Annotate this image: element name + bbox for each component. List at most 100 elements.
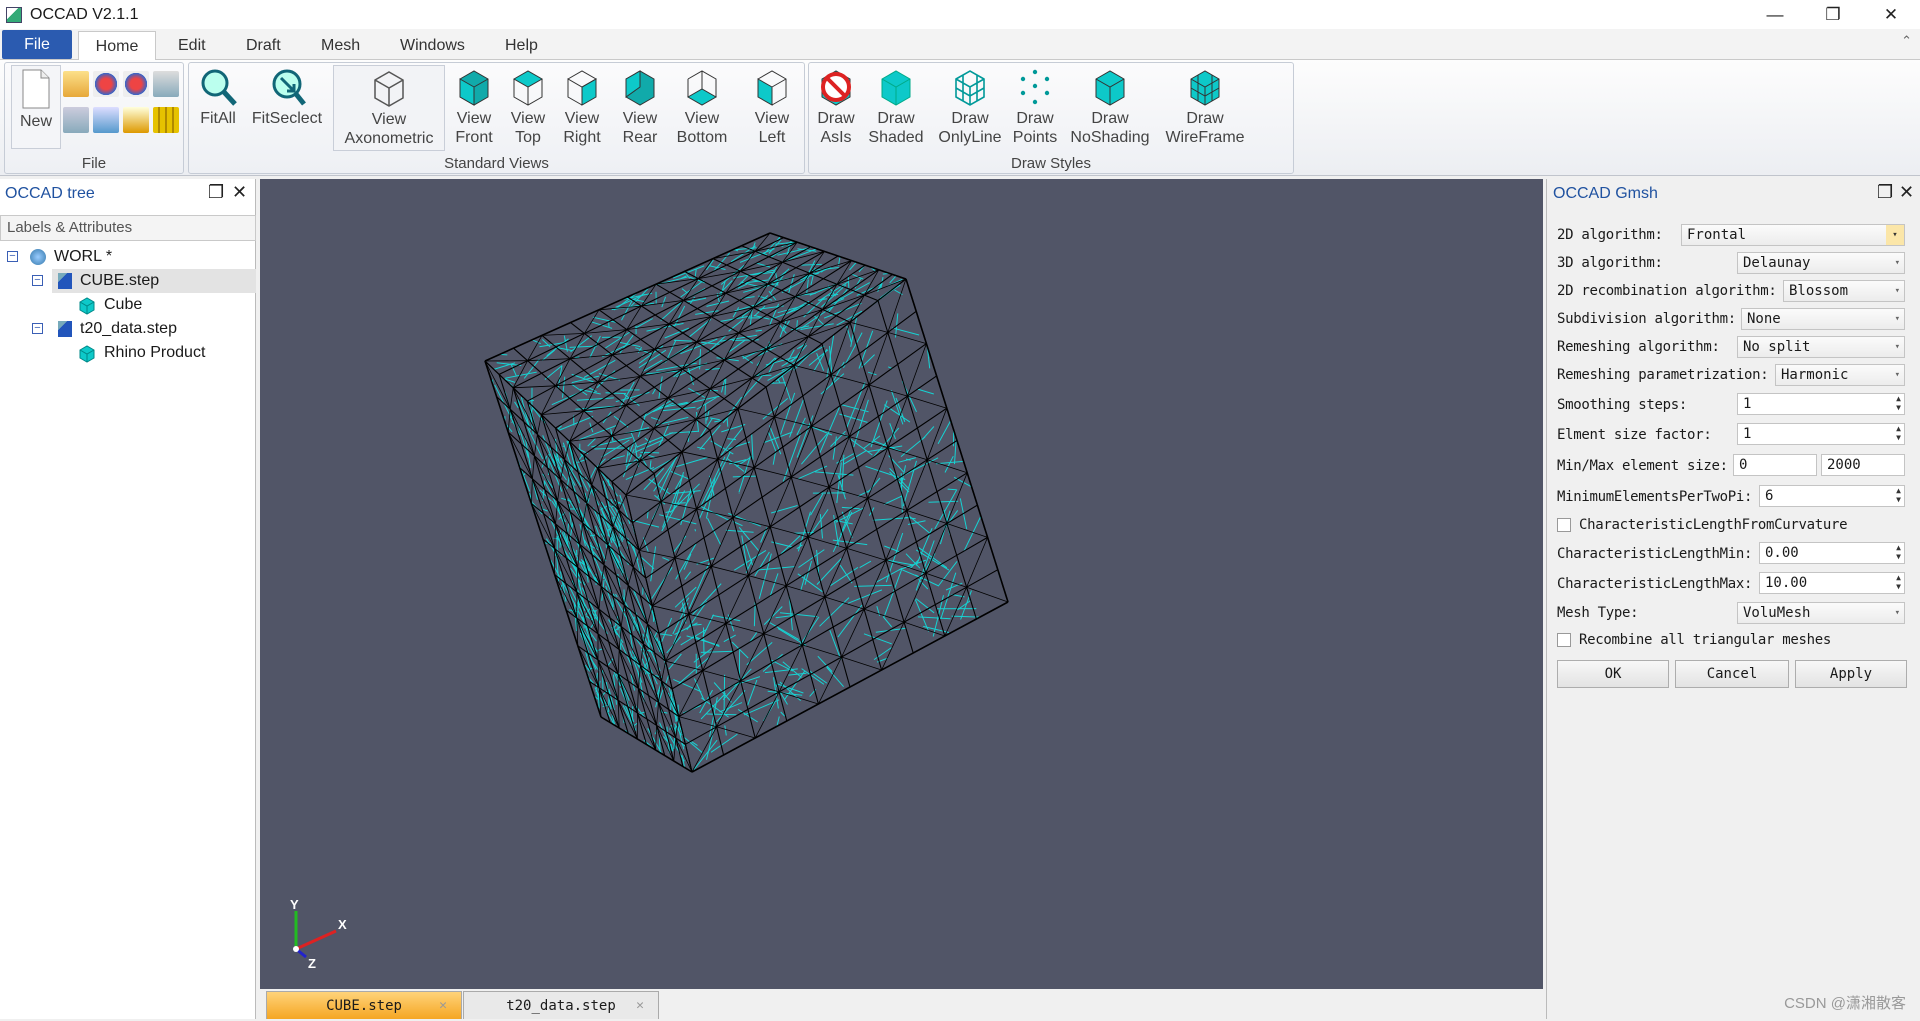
collapse-icon[interactable]: − xyxy=(32,275,43,286)
recombine-checkbox[interactable] xyxy=(1557,633,1571,647)
apply-button[interactable]: Apply xyxy=(1795,660,1907,688)
export-step-icon[interactable] xyxy=(93,107,119,133)
view-axonometric-button[interactable]: View Axonometric xyxy=(333,65,445,151)
collapse-icon[interactable]: − xyxy=(7,251,18,262)
shaded-label-2: Shaded xyxy=(868,129,924,146)
max-size-input[interactable]: 2000 xyxy=(1821,454,1905,476)
ribbon-collapse-icon[interactable]: ⌃ xyxy=(1901,33,1912,49)
alg3d-select[interactable]: Delaunay ▾ xyxy=(1737,252,1905,274)
tree-item-worl[interactable]: − WORL * xyxy=(0,245,256,269)
spin-arrows-icon[interactable]: ▲ ▼ xyxy=(1896,424,1901,442)
chevron-down-icon: ▾ xyxy=(1894,608,1900,618)
tree-item-rhino-product[interactable]: Rhino Product xyxy=(78,341,256,365)
clmax-value: 10.00 xyxy=(1765,575,1808,591)
remeshparam-select[interactable]: Harmonic ▾ xyxy=(1775,364,1905,386)
tab-help[interactable]: Help xyxy=(493,31,550,60)
minelem-spinbox[interactable]: 6 ▲ ▼ xyxy=(1759,485,1905,507)
top-label-2: Top xyxy=(515,129,541,146)
remesh-select[interactable]: No split ▾ xyxy=(1737,336,1905,358)
draw-noshading-button[interactable]: Draw NoShading xyxy=(1065,65,1155,151)
close-icon[interactable]: ✕ xyxy=(232,182,247,203)
remesh-label: Remeshing algorithm: xyxy=(1557,339,1720,355)
undock-icon[interactable]: ❐ xyxy=(1877,182,1893,203)
subdiv-value: None xyxy=(1747,311,1781,327)
save-icon[interactable] xyxy=(153,71,179,97)
tab-draft[interactable]: Draft xyxy=(234,31,293,60)
undock-icon[interactable]: ❐ xyxy=(208,182,224,203)
draw-points-button[interactable]: Draw Points xyxy=(1009,65,1061,151)
sizefactor-value: 1 xyxy=(1743,426,1752,442)
tab-mesh[interactable]: Mesh xyxy=(309,31,372,60)
window-controls: — ❐ ✕ xyxy=(1746,0,1920,29)
charcurv-checkbox[interactable] xyxy=(1557,518,1571,532)
doc-tab-cube-step[interactable]: CUBE.step ✕ xyxy=(266,991,462,1019)
recomb-select[interactable]: Blossom ▾ xyxy=(1783,280,1905,302)
cancel-button[interactable]: Cancel xyxy=(1675,660,1789,688)
doc-tab-label: t20_data.step xyxy=(506,998,616,1014)
tab-windows[interactable]: Windows xyxy=(388,31,477,60)
ok-button[interactable]: OK xyxy=(1557,660,1669,688)
clmax-spinbox[interactable]: 10.00 ▲ ▼ xyxy=(1759,572,1905,594)
draw-asis-button[interactable]: Draw AsIs xyxy=(813,65,859,151)
points-label-2: Points xyxy=(1012,129,1058,146)
spin-arrows-icon[interactable]: ▲ ▼ xyxy=(1896,543,1901,561)
menu-file[interactable]: File xyxy=(2,30,72,59)
close-tab-icon[interactable]: ✕ xyxy=(636,992,644,1020)
view-left-button[interactable]: View Left xyxy=(749,65,795,151)
axis-z-label: Z xyxy=(308,956,316,971)
spin-arrows-icon[interactable]: ▲ ▼ xyxy=(1896,573,1901,591)
subdiv-select[interactable]: None ▾ xyxy=(1741,308,1905,330)
close-icon[interactable]: ✕ xyxy=(1899,182,1914,203)
tree-column-header[interactable]: Labels & Attributes xyxy=(0,215,256,241)
tree-item-cube-step[interactable]: − CUBE.step xyxy=(32,269,256,293)
spin-arrows-icon[interactable]: ▲ ▼ xyxy=(1896,394,1901,412)
clmin-spinbox[interactable]: 0.00 ▲ ▼ xyxy=(1759,542,1905,564)
draw-wireframe-button[interactable]: Draw WireFrame xyxy=(1163,65,1247,151)
spin-arrows-icon[interactable]: ▲ ▼ xyxy=(1896,486,1901,504)
smooth-spinbox[interactable]: 1 ▲ ▼ xyxy=(1737,393,1905,415)
sizefactor-spinbox[interactable]: 1 ▲ ▼ xyxy=(1737,423,1905,445)
fitselect-button[interactable]: FitSeclect xyxy=(247,65,327,151)
collapse-icon[interactable]: − xyxy=(32,323,43,334)
tree-item-cube[interactable]: Cube xyxy=(78,293,256,317)
tab-home[interactable]: Home xyxy=(78,31,156,61)
cube-noshading-icon xyxy=(1095,70,1125,106)
view-bottom-button[interactable]: View Bottom xyxy=(673,65,731,151)
export-iges-icon[interactable] xyxy=(123,107,149,133)
fitselect-label: FitSeclect xyxy=(251,110,323,127)
fitall-button[interactable]: FitAll xyxy=(193,65,243,151)
noshading-label-1: Draw xyxy=(1091,110,1129,127)
min-size-input[interactable]: 0 xyxy=(1733,454,1817,476)
draw-onlyline-button[interactable]: Draw OnlyLine xyxy=(935,65,1005,151)
smooth-label: Smoothing steps: xyxy=(1557,397,1688,413)
import-icon[interactable] xyxy=(93,71,119,97)
recombine-label: Recombine all triangular meshes xyxy=(1579,632,1831,648)
import-step-icon[interactable] xyxy=(123,71,149,97)
draw-shaded-button[interactable]: Draw Shaded xyxy=(863,65,929,151)
window-title: OCCAD V2.1.1 xyxy=(30,5,139,23)
new-button[interactable]: New xyxy=(11,65,61,149)
chevron-down-icon: ▾ xyxy=(1894,370,1900,380)
export-icon[interactable] xyxy=(63,107,89,133)
right-label-2: Right xyxy=(563,129,601,146)
alg2d-select[interactable]: Frontal ▾ xyxy=(1681,224,1905,246)
view-rear-button[interactable]: View Rear xyxy=(617,65,663,151)
view-front-button[interactable]: View Front xyxy=(451,65,497,151)
mesh-grid-icon[interactable] xyxy=(153,107,179,133)
close-button[interactable]: ✕ xyxy=(1862,0,1920,29)
tab-edit[interactable]: Edit xyxy=(166,31,218,60)
tree-panel: OCCAD tree ❐ ✕ Labels & Attributes − WOR… xyxy=(0,179,256,1019)
tree-item-t20-data-step[interactable]: − t20_data.step xyxy=(32,317,256,341)
minimize-button[interactable]: — xyxy=(1746,0,1804,29)
doc-tab-t20-data-step[interactable]: t20_data.step ✕ xyxy=(463,991,659,1019)
3d-viewport[interactable]: Y X Z xyxy=(260,179,1543,989)
meshtype-select[interactable]: VoluMesh ▾ xyxy=(1737,602,1905,624)
open-icon[interactable] xyxy=(63,71,89,97)
cube-onlyline-icon xyxy=(955,70,985,106)
close-tab-icon[interactable]: ✕ xyxy=(439,992,447,1020)
ribbon-group-file: New File xyxy=(4,62,184,174)
view-top-button[interactable]: View Top xyxy=(505,65,551,151)
view-right-button[interactable]: View Right xyxy=(559,65,605,151)
rear-label-2: Rear xyxy=(622,129,658,146)
maximize-button[interactable]: ❐ xyxy=(1804,0,1862,29)
